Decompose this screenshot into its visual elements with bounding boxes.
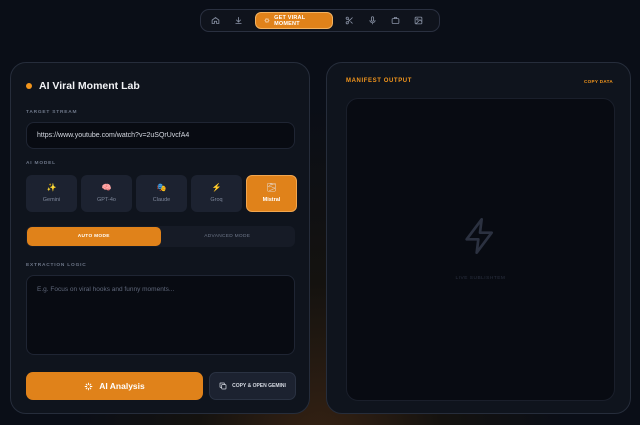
fog-icon: 🌫 bbox=[266, 183, 277, 192]
ai-analysis-label: AI Analysis bbox=[99, 381, 145, 391]
ai-model-label: AI MODEL bbox=[26, 161, 56, 166]
copy-data-button[interactable]: COPY DATA bbox=[584, 79, 613, 84]
bolt-icon bbox=[465, 218, 493, 255]
masks-icon: 🎭 bbox=[156, 183, 167, 192]
get-viral-moment-label: GET VIRAL MOMENT bbox=[274, 14, 306, 27]
home-icon[interactable] bbox=[207, 13, 224, 29]
model-gpt-4o[interactable]: 🧠 GPT-4o bbox=[81, 175, 132, 212]
extraction-logic-label: EXTRACTION LOGIC bbox=[26, 263, 87, 268]
brain-icon: 🧠 bbox=[101, 183, 112, 192]
empty-state-text: LIVE SUBLISHTEM bbox=[455, 276, 506, 281]
model-label: Claude bbox=[152, 197, 171, 203]
sparkles-icon: ✨ bbox=[46, 183, 57, 192]
lightning-icon: ⚡ bbox=[211, 183, 222, 192]
model-label: Gemini bbox=[42, 197, 61, 203]
copy-icon bbox=[219, 382, 227, 390]
model-label: Groq bbox=[210, 197, 223, 203]
model-mistral[interactable]: 🌫 Mistral bbox=[246, 175, 297, 212]
scissors-icon[interactable] bbox=[341, 13, 358, 29]
top-toolbar: GET VIRAL MOMENT bbox=[200, 9, 440, 32]
model-label: GPT-4o bbox=[97, 197, 116, 203]
manifest-output-title: MANIFEST OUTPUT bbox=[346, 78, 412, 84]
mic-icon[interactable] bbox=[364, 13, 381, 29]
sparkle-icon bbox=[84, 382, 93, 390]
mode-toggle: AUTO MODE ADVANCED MODE bbox=[26, 226, 295, 247]
viral-lab-panel: AI Viral Moment Lab TARGET STREAM https:… bbox=[10, 62, 310, 414]
image-icon[interactable] bbox=[410, 13, 427, 29]
panel-header: AI Viral Moment Lab bbox=[26, 80, 140, 92]
briefcase-icon[interactable] bbox=[387, 13, 404, 29]
auto-mode-tab[interactable]: AUTO MODE bbox=[27, 227, 161, 246]
manifest-output-panel: MANIFEST OUTPUT COPY DATA LIVE SUBLISHTE… bbox=[326, 62, 631, 414]
download-icon[interactable] bbox=[230, 13, 247, 29]
copy-open-gemini-label: COPY & OPEN GEMINI bbox=[232, 383, 286, 389]
ai-analysis-button[interactable]: AI Analysis bbox=[26, 372, 203, 400]
model-label: Mistral bbox=[262, 197, 281, 203]
model-gemini[interactable]: ✨ Gemini bbox=[26, 175, 77, 212]
url-input[interactable]: https://www.youtube.com/watch?v=2uSQrUvc… bbox=[26, 122, 295, 149]
model-selector: ✨ Gemini 🧠 GPT-4o 🎭 Claude ⚡ Groq 🌫 Mist… bbox=[26, 175, 297, 212]
status-dot bbox=[26, 83, 32, 89]
sparkle-icon bbox=[264, 18, 270, 23]
get-viral-moment-button[interactable]: GET VIRAL MOMENT bbox=[255, 12, 333, 29]
extraction-logic-textarea[interactable]: E.g. Focus on viral hooks and funny mome… bbox=[26, 275, 295, 355]
target-stream-label: TARGET STREAM bbox=[26, 110, 78, 115]
advanced-mode-tab[interactable]: ADVANCED MODE bbox=[161, 227, 295, 246]
model-groq[interactable]: ⚡ Groq bbox=[191, 175, 242, 212]
copy-open-gemini-button[interactable]: COPY & OPEN GEMINI bbox=[209, 372, 296, 400]
page-title: AI Viral Moment Lab bbox=[39, 80, 140, 92]
model-claude[interactable]: 🎭 Claude bbox=[136, 175, 187, 212]
output-area: LIVE SUBLISHTEM bbox=[346, 98, 615, 401]
